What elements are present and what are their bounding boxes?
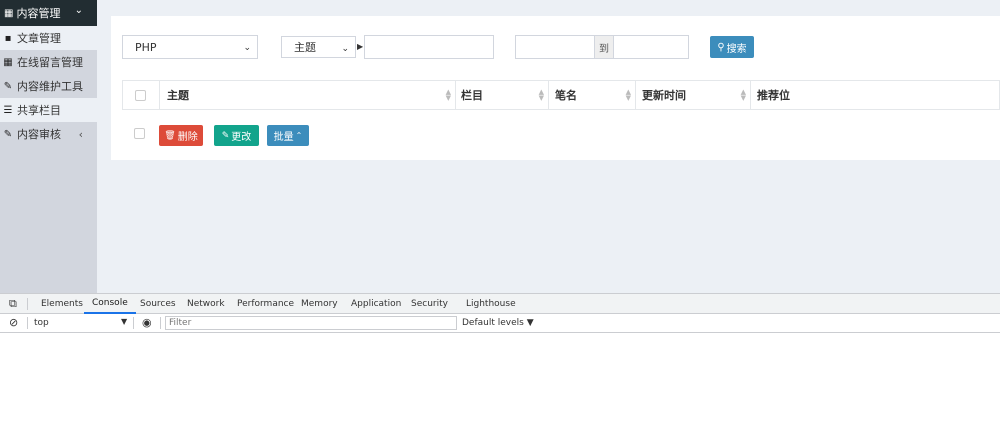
sidebar-item-label: 文章管理 bbox=[17, 32, 61, 45]
chevron-left-icon: ‹ bbox=[78, 127, 83, 141]
category-value: PHP bbox=[135, 40, 157, 54]
chevron-down-icon: ⌄ bbox=[74, 5, 83, 16]
field-select[interactable]: 主题 ⌄ bbox=[281, 36, 356, 58]
sort-icon: ▲ ▼ bbox=[740, 88, 746, 102]
row-checkbox[interactable] bbox=[134, 128, 145, 139]
caret-right-icon: ▶ bbox=[357, 42, 364, 51]
device-toolbar-icon[interactable]: ⧉ bbox=[9, 297, 17, 311]
sidebar-header-label: 内容管理 bbox=[16, 7, 61, 20]
search-button-label: 搜索 bbox=[726, 43, 747, 55]
sidebar-header-content-management[interactable]: ▦ 内容管理 ⌄ bbox=[0, 0, 103, 26]
edit-button-label: 更改 bbox=[231, 132, 252, 143]
sidebar-item-label: 内容审核 bbox=[17, 128, 61, 141]
column-header-author[interactable]: 笔名 ▲ ▼ bbox=[548, 81, 635, 109]
field-value: 主题 bbox=[294, 41, 316, 54]
eye-icon[interactable]: ◉ bbox=[142, 316, 152, 329]
column-header-title[interactable]: 主题 ▲ ▼ bbox=[159, 81, 455, 109]
clear-console-icon[interactable]: ⊘ bbox=[9, 316, 18, 329]
tab-security[interactable]: Security bbox=[411, 294, 448, 314]
edit-icon: ✎ bbox=[221, 130, 230, 141]
log-levels-select[interactable]: Default levels ▼ bbox=[462, 318, 534, 328]
column-label: 栏目 bbox=[461, 89, 483, 102]
tab-performance[interactable]: Performance bbox=[237, 294, 294, 314]
layout-icon: ▦ bbox=[4, 7, 14, 19]
sort-icon: ▲ ▼ bbox=[625, 88, 631, 102]
chevron-up-icon: ⌃ bbox=[295, 131, 303, 140]
date-range-separator: 到 bbox=[594, 35, 614, 59]
divider bbox=[27, 298, 28, 310]
sidebar-item-label: 共享栏目 bbox=[17, 104, 61, 117]
divider bbox=[160, 317, 161, 329]
edit-button[interactable]: ✎ 更改 bbox=[214, 125, 259, 146]
console-filter-input[interactable] bbox=[165, 316, 457, 330]
edit-icon: ✎ bbox=[3, 128, 13, 140]
column-label: 主题 bbox=[167, 89, 189, 102]
context-select[interactable]: top bbox=[34, 318, 49, 328]
tab-elements[interactable]: Elements bbox=[41, 294, 83, 314]
devtools-panel: ⧉ Elements Console Sources Network Perfo… bbox=[0, 293, 1000, 443]
date-from-input[interactable] bbox=[515, 35, 595, 59]
chevron-down-icon: ⌄ bbox=[341, 44, 349, 54]
devtools-tab-bar: ⧉ Elements Console Sources Network Perfo… bbox=[0, 294, 1000, 314]
tab-memory[interactable]: Memory bbox=[301, 294, 338, 314]
sort-icon: ▲ ▼ bbox=[445, 88, 451, 102]
file-icon: ▪ bbox=[4, 32, 12, 44]
delete-button[interactable]: 🗑 删除 bbox=[159, 125, 203, 146]
sidebar-item-label: 在线留言管理 bbox=[17, 56, 83, 69]
sidebar-item-review[interactable]: ✎ 内容审核 ‹ bbox=[0, 122, 97, 146]
batch-button[interactable]: 批量 ⌃ bbox=[267, 125, 309, 146]
chevron-down-icon: ⌄ bbox=[243, 43, 251, 53]
column-label: 推荐位 bbox=[757, 89, 790, 102]
tab-lighthouse[interactable]: Lighthouse bbox=[466, 294, 516, 314]
sort-icon: ▲ ▼ bbox=[538, 88, 544, 102]
date-to-input[interactable] bbox=[613, 35, 689, 59]
delete-button-label: 删除 bbox=[177, 132, 198, 143]
table-icon: ▦ bbox=[3, 56, 13, 68]
trash-icon: 🗑 bbox=[164, 130, 176, 141]
list-icon: ☰ bbox=[3, 104, 13, 116]
wrench-icon: ✎ bbox=[3, 80, 13, 92]
sidebar: ▦ 内容管理 ⌄ ▪ 文章管理 ▦ 在线留言管理 ✎ 内容维护工具 ☰ 共享栏目… bbox=[0, 0, 103, 293]
sidebar-item-label: 内容维护工具 bbox=[17, 80, 83, 93]
column-label: 笔名 bbox=[555, 89, 577, 102]
search-button[interactable]: ⚲ 搜索 bbox=[710, 36, 754, 58]
tab-console[interactable]: Console bbox=[84, 294, 136, 314]
console-toolbar: ⊘ top ▼ ◉ Default levels ▼ bbox=[0, 314, 1000, 333]
column-header-recommend[interactable]: 推荐位 bbox=[750, 81, 999, 109]
search-icon: ⚲ bbox=[717, 41, 725, 53]
column-label: 更新时间 bbox=[642, 89, 686, 102]
divider bbox=[27, 317, 28, 329]
sidebar-item-maintenance[interactable]: ✎ 内容维护工具 bbox=[0, 74, 97, 98]
select-all-checkbox[interactable] bbox=[135, 90, 146, 101]
tab-network[interactable]: Network bbox=[187, 294, 225, 314]
sidebar-item-articles[interactable]: ▪ 文章管理 bbox=[0, 26, 97, 50]
divider bbox=[133, 317, 134, 329]
table-header: 主题 ▲ ▼ 栏目 ▲ ▼ 笔名 ▲ ▼ 更新时间 ▲ ▼ 推荐位 bbox=[122, 80, 1000, 110]
keyword-input[interactable] bbox=[364, 35, 494, 59]
sidebar-item-messages[interactable]: ▦ 在线留言管理 bbox=[0, 50, 97, 74]
column-header-category[interactable]: 栏目 ▲ ▼ bbox=[455, 81, 548, 109]
sidebar-item-shared-columns[interactable]: ☰ 共享栏目 bbox=[0, 98, 97, 122]
category-select[interactable]: PHP ⌄ bbox=[122, 35, 258, 59]
column-header-updated[interactable]: 更新时间 ▲ ▼ bbox=[635, 81, 750, 109]
tab-application[interactable]: Application bbox=[351, 294, 401, 314]
batch-button-label: 批量 bbox=[273, 132, 294, 143]
chevron-down-icon: ▼ bbox=[121, 317, 128, 326]
tab-sources[interactable]: Sources bbox=[140, 294, 176, 314]
